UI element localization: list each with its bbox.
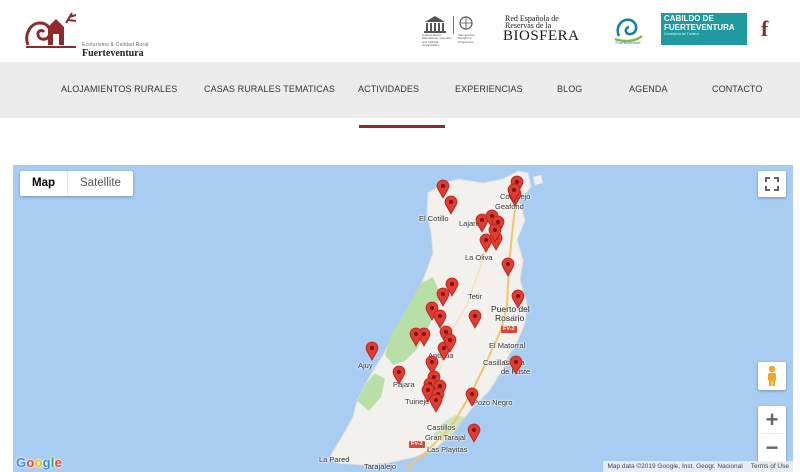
map-pin-icon[interactable] bbox=[365, 341, 379, 361]
unesco-right-text: Man and the Biosphere Programme bbox=[458, 33, 475, 44]
island-terrain bbox=[330, 170, 543, 471]
place-label: El Matorral bbox=[489, 341, 526, 350]
map-pin-icon[interactable] bbox=[509, 355, 523, 375]
street-view-pegman-button[interactable] bbox=[758, 362, 786, 390]
brand-logo[interactable]: Ecoturismo & Calidad Rural Fuerteventura bbox=[22, 5, 148, 59]
biosfera-logo[interactable]: Red Española de Reservas de la BIOSFERA bbox=[503, 14, 593, 44]
nav-item-alojamientos-rurales[interactable]: ALOJAMIENTOS RURALES bbox=[61, 84, 177, 94]
zoom-control: + − bbox=[758, 406, 786, 462]
cabildo-line1: CABILDO DE bbox=[664, 14, 714, 23]
unesco-text: United Nations Educational, Scientific a… bbox=[422, 33, 452, 48]
map-pin-icon[interactable] bbox=[443, 333, 457, 353]
map-attribution: Map data ©2019 Google, Inst. Geogr. Naci… bbox=[603, 461, 793, 472]
place-label: Gran Tarajal bbox=[425, 433, 466, 442]
cabildo-logo[interactable]: CABILDO DE FUERTEVENTURA Consejería de T… bbox=[661, 13, 747, 45]
place-label: La Oliva bbox=[465, 253, 493, 262]
place-label: Casillas bbox=[483, 358, 510, 367]
place-label: La Pared bbox=[319, 455, 350, 464]
house-snail-icon bbox=[25, 12, 77, 48]
nav-item-blog[interactable]: BLOG bbox=[557, 84, 582, 94]
facebook-icon[interactable]: f bbox=[761, 18, 768, 40]
map-pin-icon[interactable] bbox=[429, 393, 443, 413]
nav-item-actividades[interactable]: ACTIVIDADES bbox=[358, 84, 419, 94]
nav-item-experiencias[interactable]: EXPERIENCIAS bbox=[455, 84, 523, 94]
nav-item-contacto[interactable]: CONTACTO bbox=[712, 84, 762, 94]
cabildo-line2: FUERTEVENTURA bbox=[664, 23, 735, 32]
place-label: Las Playitas bbox=[427, 445, 468, 454]
fullscreen-icon bbox=[765, 177, 779, 191]
place-label: El Cotillo bbox=[419, 214, 449, 223]
unesco-temple-icon bbox=[424, 16, 473, 34]
map-pin-icon[interactable] bbox=[468, 309, 482, 329]
zoom-in-button[interactable]: + bbox=[758, 406, 786, 434]
google-logo-text: Google bbox=[16, 455, 63, 470]
place-label: Castillos bbox=[427, 423, 456, 432]
road-shield-fv2: FV-2 bbox=[501, 326, 517, 333]
place-label: Ajuy bbox=[358, 361, 373, 370]
map-pin-icon[interactable] bbox=[488, 223, 502, 243]
nav-item-casas-rurales-tematicas[interactable]: CASAS RURALES TEMATICAS bbox=[204, 84, 335, 94]
active-nav-indicator bbox=[359, 125, 445, 128]
attribution-text: Map data ©2019 Google, Inst. Geogr. Naci… bbox=[607, 463, 743, 470]
map-pin-icon[interactable] bbox=[467, 423, 481, 443]
map-pin-icon[interactable] bbox=[465, 387, 479, 407]
map-pin-icon[interactable] bbox=[501, 257, 515, 277]
place-label: Tarajalejo bbox=[364, 462, 397, 471]
map-pin-icon[interactable] bbox=[511, 289, 525, 309]
site-header: Ecoturismo & Calidad Rural Fuerteventura… bbox=[0, 0, 800, 62]
place-label: Tetir bbox=[468, 292, 483, 301]
nav-item-agenda[interactable]: AGENDA bbox=[629, 84, 668, 94]
snail-logo-text: Fuerteventura bbox=[615, 40, 641, 45]
map-pin-icon[interactable] bbox=[436, 287, 450, 307]
road-shield-fv2: FV-2 bbox=[409, 441, 425, 448]
zoom-out-button[interactable]: − bbox=[758, 434, 786, 462]
map-type-control: Map Satellite bbox=[20, 171, 133, 196]
fullscreen-button[interactable] bbox=[758, 171, 786, 197]
pegman-icon bbox=[768, 365, 776, 386]
map-pin-icon[interactable] bbox=[444, 195, 458, 215]
cabildo-line3: Consejería de Turismo bbox=[664, 32, 700, 36]
unesco-logo[interactable]: United Nations Educational, Scientific a… bbox=[422, 14, 480, 47]
map-pin-icon[interactable] bbox=[409, 327, 423, 347]
terms-of-use-link[interactable]: Terms of Use bbox=[751, 461, 789, 472]
map-type-satellite-button[interactable]: Satellite bbox=[68, 171, 133, 196]
place-label: Rosario bbox=[495, 313, 525, 323]
google-logo[interactable]: Google bbox=[16, 455, 62, 470]
main-nav: ALOJAMIENTOS RURALES CASAS RURALES TEMAT… bbox=[0, 62, 800, 118]
map-type-map-button[interactable]: Map bbox=[20, 171, 67, 196]
map-pin-icon[interactable] bbox=[507, 183, 521, 203]
brand-name: Fuerteventura bbox=[82, 48, 144, 59]
biosfera-line3: BIOSFERA bbox=[503, 28, 580, 44]
map-pin-icon[interactable] bbox=[392, 365, 406, 385]
activities-map[interactable]: Corralejo Geafond El Cotillo Lajares La … bbox=[13, 165, 793, 472]
